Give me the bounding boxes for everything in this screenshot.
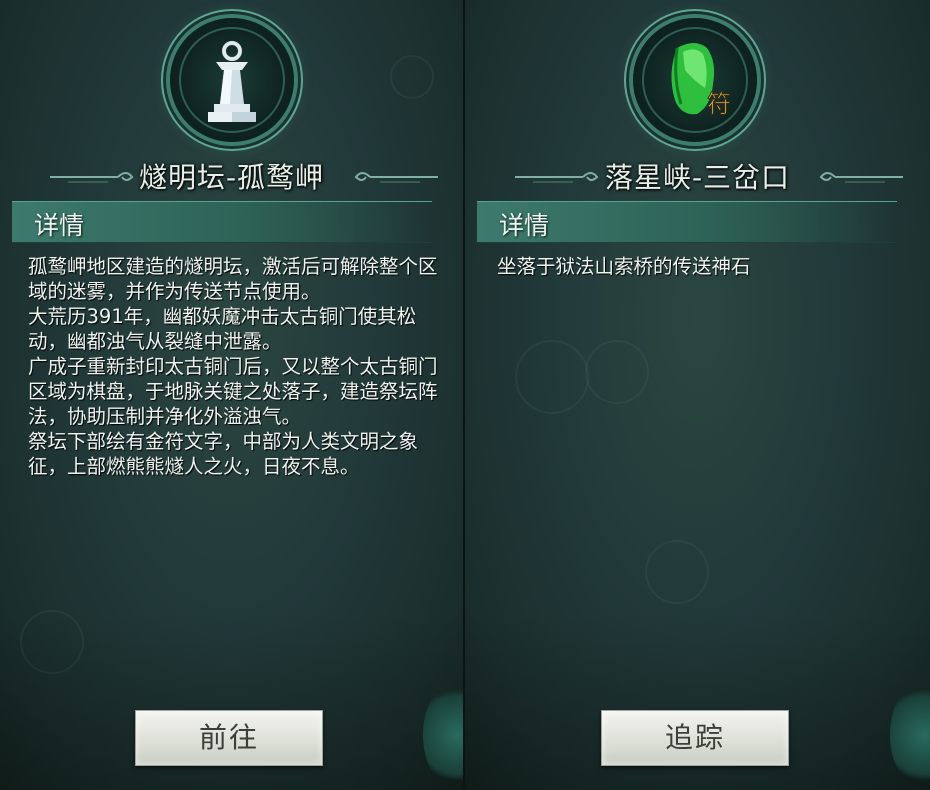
description-paragraph: 大荒历391年，幽都妖魔冲击太古铜门使其松动，幽都浊气从裂缝中泄露。 bbox=[28, 305, 417, 353]
side-ornament bbox=[423, 680, 463, 790]
details-label: 详情 bbox=[499, 211, 550, 240]
description-paragraph: 坐落于狱法山索桥的传送神石 bbox=[497, 255, 751, 278]
details-section-header: 详情 bbox=[477, 201, 897, 243]
title-row: 燧明坛-孤鹜岬 bbox=[0, 150, 463, 196]
go-button[interactable]: 前往 bbox=[135, 710, 323, 766]
left-panel: 燧明坛-孤鹜岬 详情 孤鹜岬地区建造的燧明坛，激活后可解除整个区域的迷雾，并作为… bbox=[0, 0, 463, 790]
svg-text:符: 符 bbox=[707, 90, 731, 118]
description-paragraph: 祭坛下部绘有金符文字，中部为人类文明之象征，上部燃熊熊燧人之火，日夜不息。 bbox=[28, 430, 419, 478]
background-rune bbox=[20, 610, 84, 674]
ornament-right-icon bbox=[354, 172, 438, 183]
description-paragraph: 广成子重新封印太古铜门后，又以整个太古铜门区域为棋盘，于地脉关键之处落子，建造祭… bbox=[28, 355, 438, 428]
title-row: 落星峡-三岔口 bbox=[465, 150, 930, 196]
ornament-right-icon bbox=[819, 172, 903, 183]
description-text: 孤鹜岬地区建造的燧明坛，激活后可解除整个区域的迷雾，并作为传送节点使用。 大荒历… bbox=[28, 254, 440, 479]
details-section-header: 详情 bbox=[12, 201, 432, 243]
background-rune bbox=[390, 55, 434, 99]
background-rune bbox=[645, 540, 709, 604]
background-rune bbox=[585, 340, 649, 404]
details-label: 详情 bbox=[34, 211, 85, 240]
description-text: 坐落于狱法山索桥的传送神石 bbox=[497, 254, 909, 279]
background-rune bbox=[515, 340, 589, 414]
side-ornament bbox=[890, 680, 930, 790]
track-button[interactable]: 追踪 bbox=[601, 710, 789, 766]
green-teleport-stone-icon: 符 bbox=[633, 18, 757, 142]
altar-pillar-icon bbox=[170, 18, 294, 142]
right-panel: 符 落星峡-三岔口 详情 坐落于狱法山索桥的传送神石 追踪 bbox=[465, 0, 930, 790]
description-paragraph: 孤鹜岬地区建造的燧明坛，激活后可解除整个区域的迷雾，并作为传送节点使用。 bbox=[28, 255, 438, 303]
